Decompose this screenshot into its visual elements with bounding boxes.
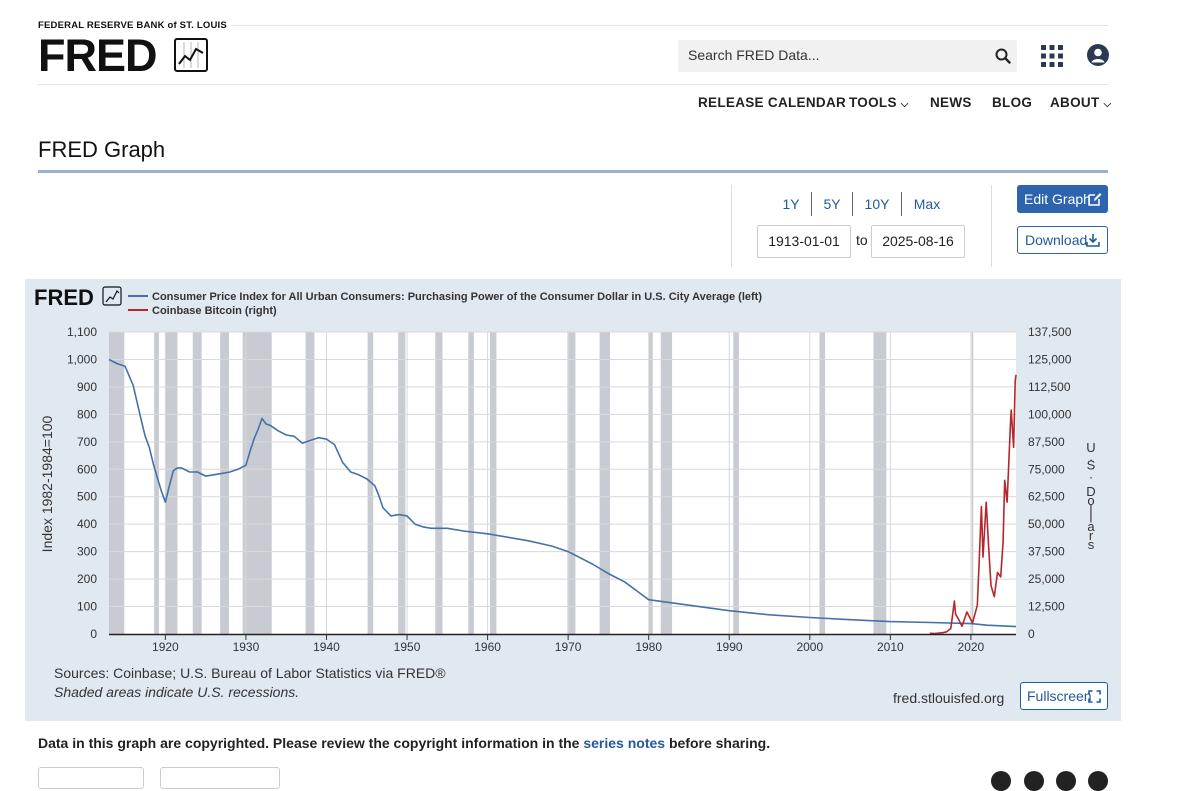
fred-url[interactable]: fred.stlouisfed.org [893, 690, 1004, 706]
series-notes-link[interactable]: series notes [583, 735, 665, 751]
y-left-tick-label: 700 [77, 435, 97, 449]
recession-band [648, 332, 653, 634]
recession-band [192, 332, 202, 634]
x-tick-label: 1940 [313, 640, 340, 654]
recession-band [435, 332, 443, 634]
legend-fred-chart-icon [105, 289, 120, 303]
y-left-tick-label: 500 [77, 490, 97, 504]
recession-band [971, 332, 974, 634]
y-right-tick-label: 75,000 [1028, 462, 1065, 476]
y-left-tick-label: 1,000 [67, 352, 97, 366]
y-right-tick-label: 125,000 [1028, 352, 1072, 366]
recession-band [733, 332, 739, 634]
x-tick-label: 1990 [716, 640, 743, 654]
y-left-tick-label: 100 [77, 600, 97, 614]
y-right-tick-label: 87,500 [1028, 435, 1065, 449]
recession-band [220, 332, 230, 634]
y-axis-right-label-char: s [1088, 537, 1095, 552]
share-button[interactable] [160, 767, 280, 789]
x-tick-label: 2020 [958, 640, 985, 654]
y-left-tick-label: 0 [90, 627, 97, 641]
y-right-tick-label: 0 [1028, 627, 1035, 641]
fullscreen-icon [1088, 690, 1101, 703]
graph-sources: Sources: Coinbase; U.S. Bureau of Labor … [54, 665, 446, 681]
y-right-tick-label: 12,500 [1028, 600, 1065, 614]
y-right-tick-label: 137,500 [1028, 325, 1072, 339]
x-tick-label: 1970 [555, 640, 582, 654]
recession-band [490, 332, 497, 634]
y-left-tick-label: 400 [77, 517, 97, 531]
recession-band [165, 332, 178, 634]
x-tick-label: 1980 [635, 640, 662, 654]
recession-band [242, 332, 272, 634]
fullscreen-label: Fullscreen [1027, 688, 1092, 704]
chart-legend: FRED Consumer Price Index for All Urban … [34, 285, 762, 317]
social-icon[interactable] [1088, 771, 1108, 791]
x-tick-label: 1930 [233, 640, 260, 654]
y-right-tick-label: 25,000 [1028, 572, 1065, 586]
notice-text: before sharing. [668, 735, 771, 751]
legend-fred-chart-icon [102, 286, 122, 306]
recession-band [819, 332, 826, 634]
recession-band [109, 332, 125, 634]
x-tick-label: 2000 [796, 640, 823, 654]
x-tick-label: 1950 [394, 640, 421, 654]
y-left-tick-label: 300 [77, 545, 97, 559]
x-tick-label: 1960 [474, 640, 501, 654]
y-axis-right-label-char: . [1089, 466, 1093, 481]
y-right-tick-label: 100,000 [1028, 407, 1072, 421]
copyright-notice: Data in this graph are copyrighted. Plea… [38, 735, 770, 751]
recession-band [468, 332, 474, 634]
recession-band [873, 332, 887, 634]
y-axis-left-label: Index 1982-1984=100 [39, 415, 55, 552]
social-icon[interactable] [1024, 771, 1044, 791]
recession-band [398, 332, 406, 634]
y-left-tick-label: 800 [77, 407, 97, 421]
y-left-tick-label: 1,100 [67, 325, 97, 339]
recession-band [599, 332, 611, 634]
legend-fred-mark: FRED [34, 285, 94, 310]
y-left-tick-label: 200 [77, 572, 97, 586]
x-tick-label: 2010 [877, 640, 904, 654]
social-icon[interactable] [991, 771, 1011, 791]
share-button[interactable] [38, 767, 144, 789]
legend-label-btc: Coinbase Bitcoin (right) [152, 305, 277, 317]
notice-text: Data in this graph are copyrighted. Plea… [38, 735, 580, 751]
recession-note[interactable]: Shaded areas indicate U.S. recessions. [54, 684, 299, 700]
y-left-tick-label: 900 [77, 380, 97, 394]
y-left-tick-label: 600 [77, 462, 97, 476]
recession-band [305, 332, 315, 634]
y-right-tick-label: 37,500 [1028, 545, 1065, 559]
social-icon[interactable] [1056, 771, 1076, 791]
x-tick-label: 1920 [152, 640, 179, 654]
y-right-tick-label: 112,500 [1028, 380, 1071, 394]
fullscreen-button[interactable]: Fullscreen [1020, 682, 1108, 710]
chart-svg: FRED Consumer Price Index for All Urban … [34, 285, 1096, 654]
y-right-tick-label: 62,500 [1028, 490, 1065, 504]
recession-band [660, 332, 673, 634]
legend-label-cpi: Consumer Price Index for All Urban Consu… [152, 291, 762, 303]
y-right-tick-label: 50,000 [1028, 517, 1065, 531]
